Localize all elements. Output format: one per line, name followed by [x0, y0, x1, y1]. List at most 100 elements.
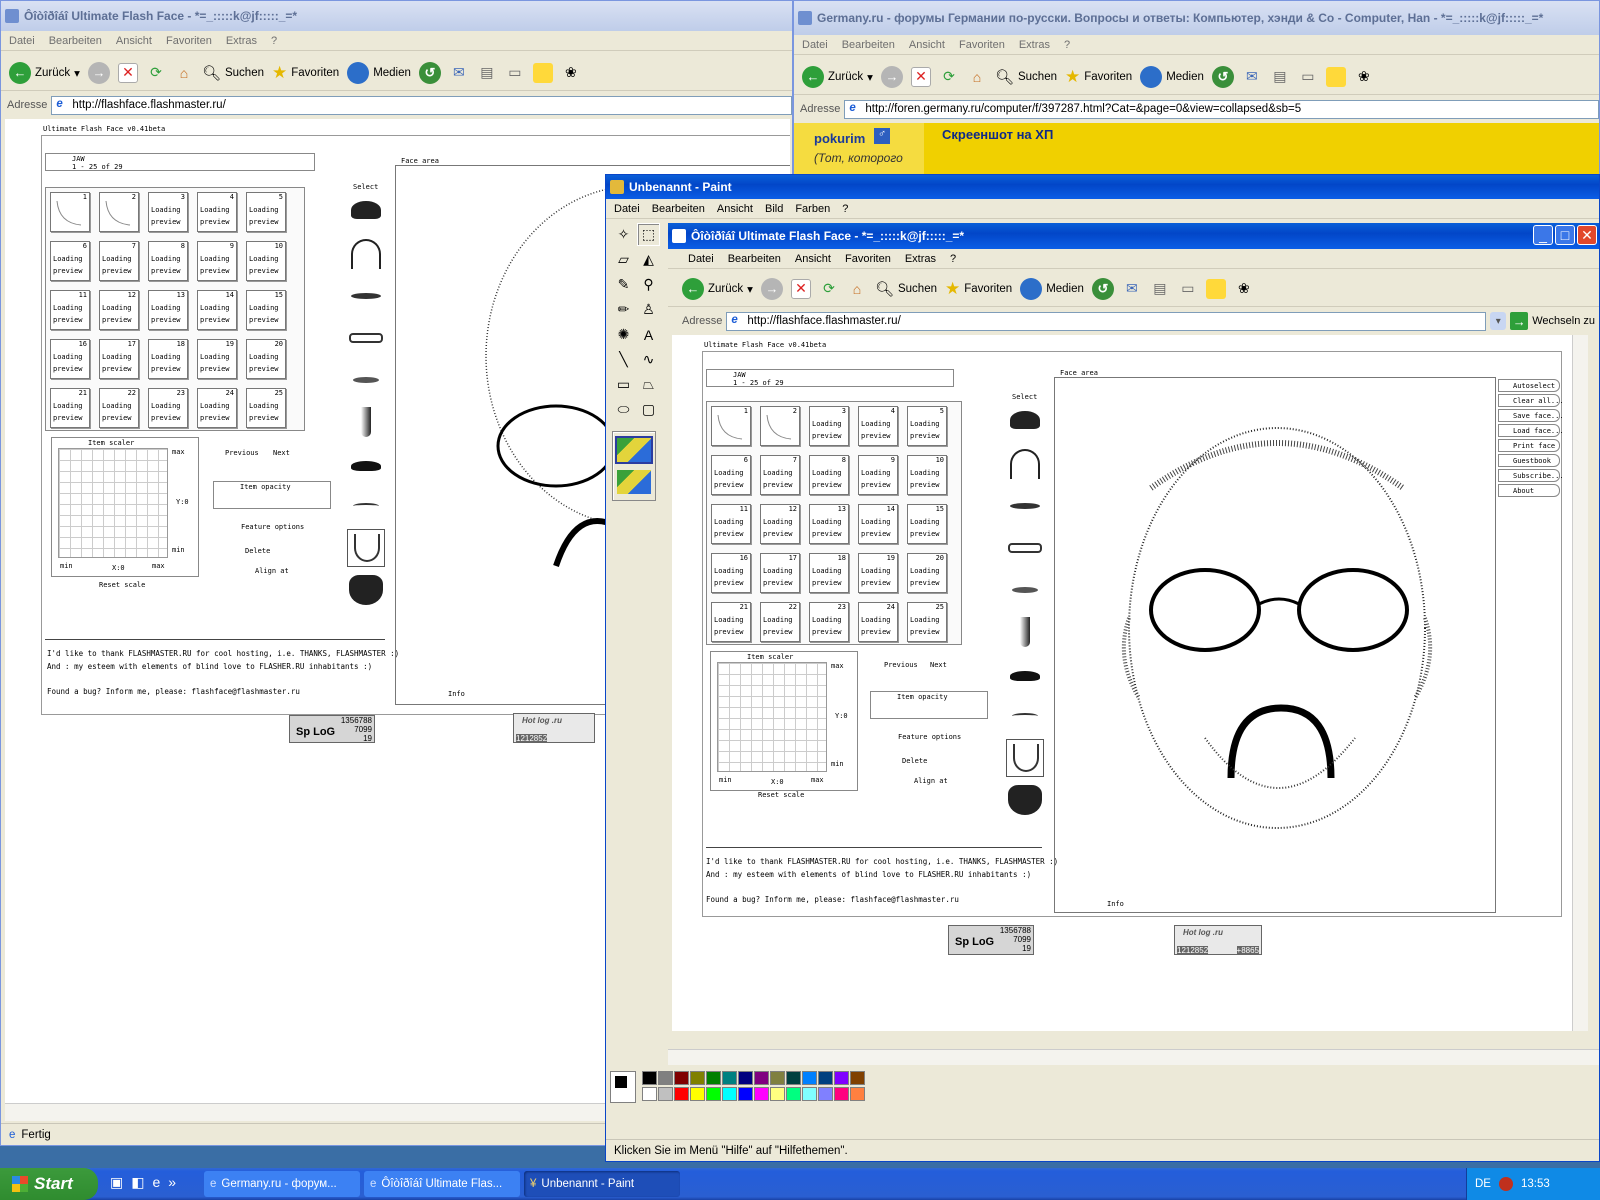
- palette-swatch[interactable]: [818, 1087, 833, 1101]
- palette-swatch[interactable]: [690, 1071, 705, 1085]
- palette-swatch[interactable]: [642, 1071, 657, 1085]
- grid-item[interactable]: 24 Loading preview: [858, 602, 898, 642]
- go-arrow-icon[interactable]: →: [1510, 312, 1529, 330]
- info-tab[interactable]: Info: [448, 690, 465, 698]
- palette-swatch[interactable]: [754, 1071, 769, 1085]
- grid-item[interactable]: 16 Loading preview: [50, 339, 90, 379]
- search-button[interactable]: 🔍︎ Suchen: [995, 68, 1057, 86]
- search-button[interactable]: 🔍︎ Suchen: [202, 64, 264, 82]
- forum-username[interactable]: pokurim: [814, 131, 865, 146]
- close-icon[interactable]: ✕: [1577, 225, 1597, 245]
- grid-item[interactable]: 15 Loading preview: [907, 504, 947, 544]
- menu-extras[interactable]: Extras: [905, 253, 936, 265]
- canvas-h-scrollbar[interactable]: [668, 1049, 1599, 1065]
- glasses-feature-icon[interactable]: [1006, 529, 1044, 567]
- title-bar[interactable]: Ôîòîðîáî Ultimate Flash Face - *=_:::::k…: [1, 1, 792, 31]
- messenger-icon[interactable]: ❀: [1234, 279, 1254, 299]
- tray-app-icon[interactable]: [1498, 1177, 1513, 1191]
- grid-item[interactable]: 10 Loading preview: [907, 455, 947, 495]
- notes-icon[interactable]: [1325, 66, 1346, 87]
- minimize-icon[interactable]: _: [1533, 225, 1553, 245]
- home-icon[interactable]: ⌂: [174, 63, 194, 83]
- start-button[interactable]: Start: [0, 1168, 98, 1200]
- grid-item[interactable]: 20 Loading preview: [246, 339, 286, 379]
- eyes-feature-icon[interactable]: [347, 361, 385, 399]
- refresh-icon[interactable]: ⟳: [939, 67, 959, 87]
- forward-arrow-icon[interactable]: →: [87, 61, 110, 84]
- clock[interactable]: 13:53: [1521, 1178, 1550, 1190]
- side-button-6[interactable]: Subscribe...: [1498, 469, 1564, 482]
- menu-help[interactable]: ?: [271, 35, 277, 47]
- back-button[interactable]: ← Zurück ▾: [682, 277, 753, 300]
- brush-icon[interactable]: ♙: [637, 298, 660, 321]
- menu-help[interactable]: ?: [1064, 39, 1070, 51]
- side-button-3[interactable]: Load face...: [1498, 424, 1564, 437]
- info-tab[interactable]: Info: [1107, 900, 1124, 908]
- grid-item[interactable]: 6 Loading preview: [50, 241, 90, 281]
- scaler-grid[interactable]: [717, 662, 827, 772]
- grid-item[interactable]: 13 Loading preview: [148, 290, 188, 330]
- menu-favoriten[interactable]: Favoriten: [959, 39, 1005, 51]
- item-opacity-slider[interactable]: Item opacity: [213, 481, 331, 509]
- explorer-icon[interactable]: ◧: [131, 1174, 144, 1191]
- grid-item[interactable]: 15 Loading preview: [246, 290, 286, 330]
- previous-label[interactable]: Previous: [225, 449, 259, 457]
- next-label[interactable]: Next: [930, 661, 947, 669]
- search-button[interactable]: 🔍︎ Suchen: [875, 280, 937, 298]
- eraser-icon[interactable]: ▱: [612, 248, 635, 271]
- palette-swatch[interactable]: [786, 1087, 801, 1101]
- grid-item[interactable]: 14 Loading preview: [197, 290, 237, 330]
- palette-swatch[interactable]: [722, 1087, 737, 1101]
- stop-icon[interactable]: ✕: [790, 278, 811, 299]
- edit-icon[interactable]: ▭: [505, 63, 525, 83]
- curve-tool-icon[interactable]: ∿: [637, 348, 660, 371]
- grid-item[interactable]: 17 Loading preview: [99, 339, 139, 379]
- item-opacity-slider[interactable]: Item opacity: [870, 691, 988, 719]
- menu-favoriten[interactable]: Favoriten: [166, 35, 212, 47]
- grid-item[interactable]: 1: [50, 192, 90, 232]
- home-icon[interactable]: ⌂: [847, 279, 867, 299]
- grid-item[interactable]: 19 Loading preview: [858, 553, 898, 593]
- scaler-grid[interactable]: [58, 448, 168, 558]
- media-button[interactable]: Medien: [1020, 277, 1084, 300]
- palette-swatch[interactable]: [834, 1071, 849, 1085]
- grid-item[interactable]: 6 Loading preview: [711, 455, 751, 495]
- delete-button[interactable]: Delete: [902, 757, 927, 765]
- address-input[interactable]: http://flashface.flashmaster.ru/: [726, 311, 1487, 331]
- palette-swatch[interactable]: [690, 1087, 705, 1101]
- grid-item[interactable]: 22 Loading preview: [760, 602, 800, 642]
- pasted-screenshot[interactable]: Ôîòîðîáî Ultimate Flash Face - *=_:::::k…: [668, 223, 1599, 1049]
- address-input[interactable]: http://flashface.flashmaster.ru/: [51, 95, 792, 115]
- next-label[interactable]: Next: [273, 449, 290, 457]
- grid-item[interactable]: 9 Loading preview: [197, 241, 237, 281]
- side-button-2[interactable]: Save face...: [1498, 409, 1564, 422]
- nose-feature-icon[interactable]: [347, 403, 385, 441]
- menu-bearbeiten[interactable]: Bearbeiten: [728, 253, 781, 265]
- grid-item[interactable]: 21 Loading preview: [711, 602, 751, 642]
- palette-swatch[interactable]: [642, 1087, 657, 1101]
- grid-item[interactable]: 12 Loading preview: [99, 290, 139, 330]
- eyes-feature-icon[interactable]: [1006, 571, 1044, 609]
- mail-icon[interactable]: ✉: [1122, 279, 1142, 299]
- edit-icon[interactable]: ▭: [1178, 279, 1198, 299]
- rectangle-tool-icon[interactable]: ▭: [612, 373, 635, 396]
- palette-swatch[interactable]: [818, 1071, 833, 1085]
- language-indicator[interactable]: DE: [1475, 1178, 1491, 1190]
- color-picker-icon[interactable]: ✎: [612, 273, 635, 296]
- palette-swatch[interactable]: [674, 1087, 689, 1101]
- pencil-icon[interactable]: ✏: [612, 298, 635, 321]
- go-button-label[interactable]: Wechseln zu: [1532, 315, 1599, 327]
- grid-item[interactable]: 20 Loading preview: [907, 553, 947, 593]
- menu-ansicht[interactable]: Ansicht: [116, 35, 152, 47]
- messenger-icon[interactable]: ❀: [561, 63, 581, 83]
- grid-item[interactable]: 18 Loading preview: [148, 339, 188, 379]
- reset-scale-button[interactable]: Reset scale: [758, 791, 804, 799]
- eyebrow-feature-icon[interactable]: [347, 277, 385, 315]
- beard-feature-icon[interactable]: [1006, 781, 1044, 819]
- grid-item[interactable]: 25 Loading preview: [246, 388, 286, 428]
- palette-swatch[interactable]: [706, 1071, 721, 1085]
- ellipse-tool-icon[interactable]: ⬭: [612, 398, 635, 421]
- chevron-down-icon[interactable]: ▾: [867, 70, 873, 84]
- grid-item[interactable]: 4 Loading preview: [197, 192, 237, 232]
- stop-icon[interactable]: ✕: [117, 62, 138, 83]
